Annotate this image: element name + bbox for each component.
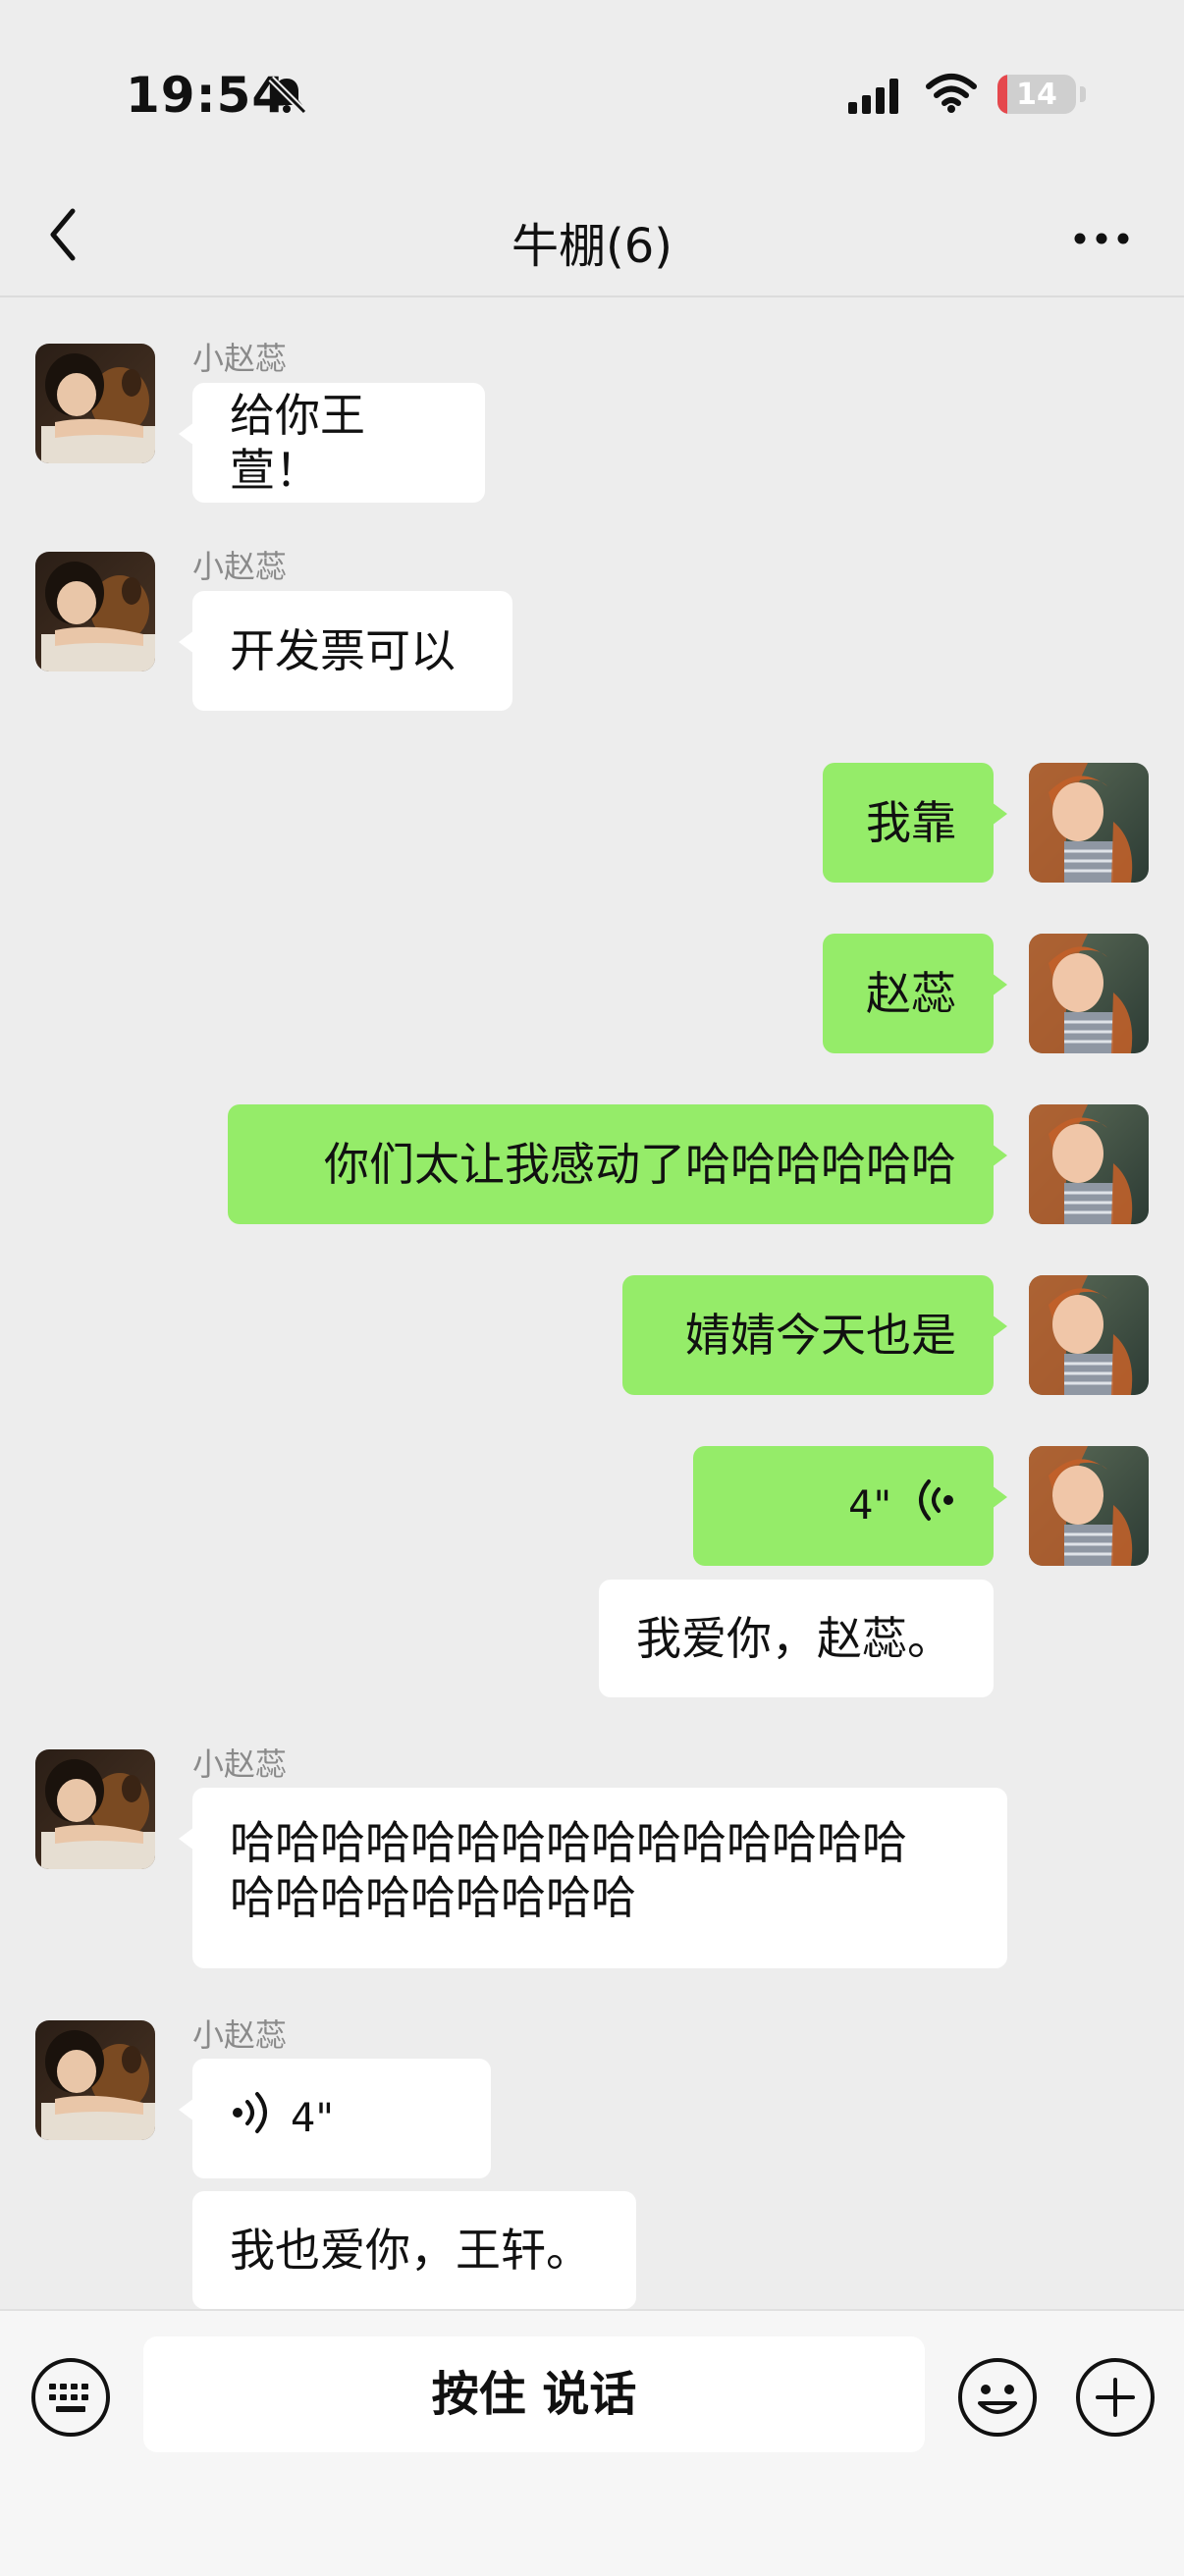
message-bubble[interactable]: 我靠 xyxy=(823,763,1007,883)
battery-indicator: 14 xyxy=(997,75,1076,114)
avatar-self[interactable] xyxy=(1029,934,1149,1053)
avatar[interactable] xyxy=(35,2020,155,2140)
voice-message-bubble[interactable]: 4" xyxy=(693,1446,1007,1566)
message-bubble[interactable]: 开发票可以 xyxy=(179,591,512,711)
message-text: 我靠 xyxy=(866,796,956,849)
message-text: 开发票可以 xyxy=(230,624,456,677)
bell-slash-icon xyxy=(265,73,308,120)
input-bar: 按住 说话 xyxy=(0,2309,1184,2576)
voice-transcript[interactable]: 我也爱你，王轩。 xyxy=(192,2191,636,2309)
transcript-text: 我爱你，赵蕊。 xyxy=(636,1612,952,1665)
sender-name: 小赵蕊 xyxy=(192,340,288,377)
transcript-text: 我也爱你，王轩。 xyxy=(230,2224,591,2277)
avatar[interactable] xyxy=(35,1749,155,1869)
header-divider xyxy=(0,295,1184,297)
message-bubble[interactable]: 赵蕊 xyxy=(823,934,1007,1053)
voice-duration: 4" xyxy=(291,2096,334,2141)
voice-wave-icon xyxy=(917,1478,956,1533)
message-bubble[interactable]: 哈哈哈哈哈哈哈哈哈哈哈哈哈哈哈 哈哈哈哈哈哈哈哈哈 xyxy=(179,1788,1007,1968)
avatar-self[interactable] xyxy=(1029,1104,1149,1224)
voice-duration: 4" xyxy=(848,1483,891,1529)
message-text: 婧婧今天也是 xyxy=(685,1309,956,1362)
message-text: 赵蕊 xyxy=(866,967,956,1020)
sender-name: 小赵蕊 xyxy=(192,1745,288,1783)
message-text-line: 哈哈哈哈哈哈哈哈哈 xyxy=(230,1871,636,1924)
chat-header: 牛棚(6) xyxy=(0,182,1184,297)
chat-title: 牛棚(6) xyxy=(511,219,673,274)
avatar-self[interactable] xyxy=(1029,1275,1149,1395)
avatar[interactable] xyxy=(35,552,155,671)
more-icon[interactable] xyxy=(1072,231,1131,250)
hold-to-talk-button[interactable]: 按住 说话 xyxy=(143,2336,925,2452)
avatar-self[interactable] xyxy=(1029,763,1149,883)
wifi-icon xyxy=(925,71,978,118)
message-text-line: 哈哈哈哈哈哈哈哈哈哈哈哈哈哈哈 xyxy=(230,1816,907,1869)
avatar-self[interactable] xyxy=(1029,1446,1149,1566)
status-time: 19:54 xyxy=(126,67,288,124)
voice-transcript[interactable]: 我爱你，赵蕊。 xyxy=(599,1580,994,1697)
message-bubble[interactable]: 给你王萱！ xyxy=(179,383,485,503)
message-bubble[interactable]: 婧婧今天也是 xyxy=(622,1275,1007,1395)
message-text: 你们太让我感动了哈哈哈哈哈哈 xyxy=(324,1138,956,1191)
keyboard-icon[interactable] xyxy=(29,2356,112,2442)
emoji-icon[interactable] xyxy=(956,2356,1039,2442)
battery-level: 14 xyxy=(1016,78,1057,112)
message-bubble[interactable]: 你们太让我感动了哈哈哈哈哈哈 xyxy=(228,1104,1007,1224)
voice-wave-icon xyxy=(230,2091,269,2146)
avatar[interactable] xyxy=(35,344,155,463)
sender-name: 小赵蕊 xyxy=(192,2016,288,2054)
message-text: 给你王萱！ xyxy=(230,389,365,497)
signal-icon xyxy=(846,77,905,120)
voice-message-bubble[interactable]: 4" xyxy=(179,2059,491,2178)
status-bar: 19:54 14 xyxy=(0,0,1184,182)
sender-name: 小赵蕊 xyxy=(192,548,288,585)
plus-icon[interactable] xyxy=(1074,2356,1157,2442)
